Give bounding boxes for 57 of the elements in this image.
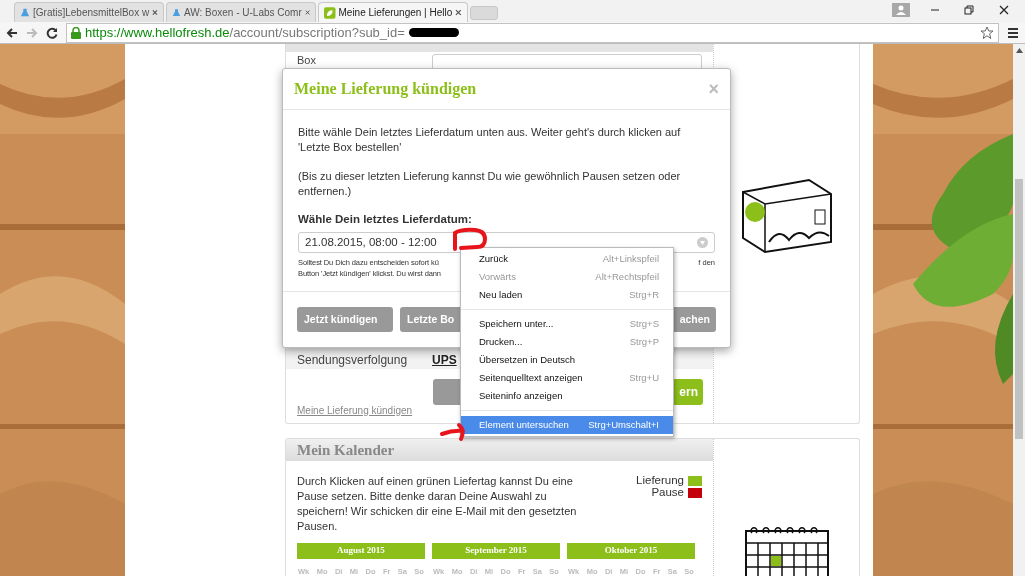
calendar-description: Durch Klicken auf einen grünen Liefertag kannst Du eine Pause setzen. Bitte denke daran Deine Auswahl zu speichern! Wir schicken dir eine E-Mail mit den gesetzten Pausen. [297, 474, 578, 534]
leaf-icon [324, 6, 336, 19]
lock-icon [71, 26, 81, 39]
month-header: September 2015 [432, 543, 560, 559]
user-icon[interactable] [892, 3, 910, 17]
url-text: https://www.hellofresh.de/account/subscription?sub_id= [85, 23, 405, 42]
field-label: Sendungsverfolgung [297, 352, 409, 369]
reload-icon[interactable] [46, 26, 58, 39]
browser-tab[interactable]: [Gratis]LebensmittelBox w [14, 2, 164, 22]
browser-tab[interactable]: AW: Boxen - U-Labs Comr [166, 2, 316, 22]
redaction-bar [408, 28, 459, 37]
back-icon[interactable] [6, 26, 18, 39]
star-icon[interactable] [980, 25, 994, 40]
dialog-title: Meine Lieferung kündigen [294, 79, 477, 100]
menu-icon[interactable] [1007, 26, 1019, 39]
flask-icon [172, 6, 181, 19]
menu-shortcut: Strg+S [629, 316, 659, 331]
scrollbar[interactable] [1013, 44, 1025, 576]
flask-icon [20, 6, 30, 19]
menu-label: Zurück [479, 251, 509, 266]
scroll-up-icon[interactable] [1015, 48, 1023, 53]
tab-title: [Gratis]LebensmittelBox w [33, 6, 150, 20]
month-header: August 2015 [297, 543, 425, 559]
browser-tab[interactable]: Meine Lieferungen | Hello [318, 2, 468, 22]
menu-label: Neu laden [479, 287, 523, 302]
annotation-mark [451, 227, 489, 253]
menu-item[interactable]: Neu laden Strg+R [461, 286, 673, 304]
menu-shortcut: Strg+Umschalt+I [588, 417, 659, 432]
legend-label: Lieferung [636, 473, 684, 488]
dialog-text: (Bis zu dieser letzten Lieferung kannst Du wie gewöhnlich Pausen setzen oder entfernen.) [298, 169, 682, 199]
menu-item[interactable]: Übersetzen in Deutsch [461, 351, 673, 369]
field-label: Wähle Dein letztes Lieferdatum: [298, 212, 473, 227]
menu-label: Seiteninfo anzeigen [479, 388, 563, 403]
restore-icon[interactable] [964, 5, 974, 15]
menu-shortcut: Alt+Rechtspfeil [595, 269, 659, 284]
scroll-thumb[interactable] [1015, 179, 1023, 439]
menu-label: Element untersuchen [479, 417, 569, 432]
address-bar[interactable]: https://www.hellofresh.de/account/subscription?sub_id= [66, 22, 999, 43]
menu-label: Seitenquelltext anzeigen [479, 370, 583, 385]
menu-shortcut: Strg+R [629, 287, 659, 302]
close-icon[interactable] [455, 9, 462, 16]
tracking-link[interactable]: UPS [432, 351, 457, 369]
month-header: Oktober 2015 [567, 543, 695, 559]
menu-label: Drucken... [479, 334, 523, 349]
tab-title: Meine Lieferungen | Hello [338, 6, 453, 20]
dropdown-icon [697, 237, 708, 249]
menu-shortcut: Strg+P [629, 334, 659, 349]
menu-label: Übersetzen in Deutsch [479, 352, 576, 367]
dialog-text: Bitte wähle Dein letztes Lieferdatum unten aus. Weiter geht's durch klicken auf 'Letzte Box bestellen' [298, 125, 682, 155]
legend-label: Pause [651, 486, 684, 501]
close-icon[interactable] [999, 5, 1009, 15]
tab-title: AW: Boxen - U-Labs Comr [183, 6, 302, 20]
section-title: Mein Kalender [297, 440, 395, 460]
menu-label: Vorwärts [479, 269, 516, 284]
menu-shortcut: Alt+Linkspfeil [602, 251, 659, 266]
field-label: Box [297, 54, 317, 67]
menu-item[interactable]: Drucken... Strg+P [461, 333, 673, 351]
